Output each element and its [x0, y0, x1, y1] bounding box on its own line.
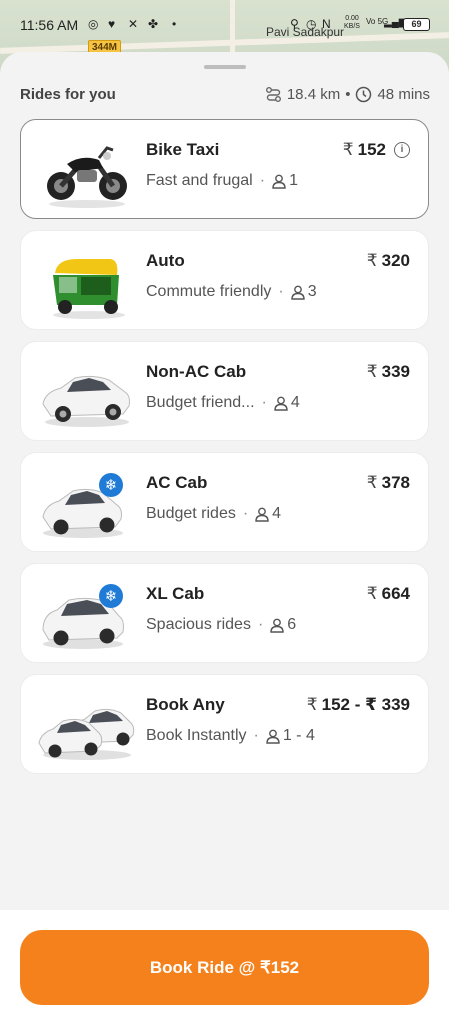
- location-icon: ⚲: [290, 17, 299, 31]
- ride-tagline: Budget rides: [146, 505, 236, 522]
- battery-icon: 69: [403, 18, 430, 31]
- ride-details: Commute friendly · 3: [146, 283, 317, 301]
- person-icon: [291, 285, 305, 300]
- status-time: 11:56 AM: [20, 17, 79, 33]
- status-bar: 11:56 AM ◎ ♥ ✕ ✤ • ⚲ ◷ N 0.00 KB/S Vo 5G…: [0, 0, 449, 50]
- auto-rickshaw-icon: [37, 241, 137, 321]
- seat-count: 1 - 4: [282, 727, 315, 744]
- sheet-header: Rides for you 18.4 km • 48 mins: [20, 86, 430, 106]
- ride-capacity: 6: [270, 616, 296, 634]
- sheet-title: Rides for you: [20, 86, 116, 103]
- network-speed: 0.00 KB/S: [344, 15, 360, 30]
- ride-option-bike-taxi[interactable]: Bike Taxi Fast and frugal · 1 ₹ 152 i: [20, 119, 429, 219]
- ride-name: Book Any: [146, 695, 225, 714]
- price-value: 664: [381, 584, 410, 603]
- chat-icon: ♥: [108, 17, 116, 31]
- ride-price: ₹ 152 - ₹ 339: [307, 695, 410, 715]
- ride-details: Budget rides · 4: [146, 505, 281, 523]
- ride-option-book-any[interactable]: Book Any Book Instantly · 1 - 4 ₹ 152 - …: [20, 674, 429, 774]
- car-icon: [37, 352, 137, 432]
- currency-symbol: ₹: [366, 473, 378, 492]
- ride-capacity: 3: [291, 283, 317, 301]
- ride-name: Bike Taxi: [146, 140, 220, 159]
- seat-count: 1: [289, 172, 298, 189]
- detail-separator: ·: [278, 283, 284, 300]
- ride-tagline: Commute friendly: [146, 283, 272, 300]
- trip-summary: 18.4 km • 48 mins: [265, 86, 430, 103]
- pinwheel-icon: ✤: [148, 17, 159, 31]
- person-icon: [272, 174, 286, 189]
- ride-tagline: Budget friend...: [146, 394, 255, 411]
- trip-separator: •: [345, 86, 351, 103]
- trip-duration: 48 mins: [377, 86, 430, 103]
- ride-details: Budget friend... · 4: [146, 394, 300, 412]
- currency-symbol: ₹: [342, 140, 354, 159]
- x-icon: ✕: [128, 17, 139, 31]
- sheet-drag-handle[interactable]: [204, 65, 246, 69]
- trip-distance: 18.4 km: [286, 86, 341, 103]
- book-ride-button[interactable]: Book Ride @ ₹152: [20, 930, 429, 1005]
- detail-separator: ·: [253, 727, 259, 744]
- ride-price: ₹ 320: [367, 251, 410, 271]
- price-value: 378: [381, 473, 410, 492]
- price-value: 320: [381, 251, 410, 270]
- price-value: 339: [381, 362, 410, 381]
- ride-capacity: 1 - 4: [266, 727, 315, 745]
- price-value: 152 - ₹ 339: [321, 695, 410, 714]
- svg-text:❄: ❄: [105, 476, 118, 494]
- ride-details: Book Instantly · 1 - 4: [146, 727, 315, 745]
- ride-option-xl-cab[interactable]: ❄ XL Cab Spacious rides · 6 ₹ 664: [20, 563, 429, 663]
- ride-price: ₹ 339: [367, 362, 410, 382]
- ride-price: ₹ 152 i: [343, 140, 410, 160]
- seat-count: 6: [287, 616, 297, 633]
- detail-separator: ·: [242, 505, 249, 522]
- currency-symbol: ₹: [366, 251, 378, 270]
- svg-text:❄: ❄: [105, 587, 118, 605]
- rides-sheet: Rides for you 18.4 km • 48 mins Bike Tax…: [0, 52, 449, 912]
- ride-capacity: 4: [255, 505, 281, 523]
- ride-name: AC Cab: [146, 473, 208, 492]
- two-cars-icon: [37, 685, 137, 765]
- seat-count: 4: [290, 394, 300, 411]
- currency-symbol: ₹: [366, 584, 378, 603]
- ride-details: Spacious rides · 6: [146, 616, 296, 634]
- ride-price: ₹ 664: [367, 584, 410, 604]
- ride-tagline: Book Instantly: [146, 727, 247, 744]
- currency-symbol: ₹: [366, 362, 378, 381]
- person-icon: [266, 729, 280, 744]
- detail-separator: ·: [259, 172, 266, 189]
- ride-capacity: 1: [272, 172, 298, 190]
- detail-separator: ·: [261, 394, 267, 411]
- ride-option-ac-cab[interactable]: ❄ AC Cab Budget rides · 4 ₹ 378: [20, 452, 429, 552]
- person-icon: [270, 618, 284, 633]
- ac-suv-icon: ❄: [37, 574, 137, 654]
- bike-icon: [37, 130, 137, 210]
- ride-tagline: Spacious rides: [146, 616, 251, 633]
- currency-symbol: ₹: [306, 695, 318, 714]
- ride-tagline: Fast and frugal: [146, 172, 253, 189]
- alarm-icon: ◷: [306, 17, 317, 31]
- bottom-bar: Book Ride @ ₹152: [0, 910, 449, 1024]
- ride-price: ₹ 378: [367, 473, 410, 493]
- price-value: 152: [357, 140, 386, 159]
- ride-option-non-ac-cab[interactable]: Non-AC Cab Budget friend... · 4 ₹ 339: [20, 341, 429, 441]
- ride-name: XL Cab: [146, 584, 205, 603]
- seat-count: 4: [272, 505, 282, 522]
- person-icon: [274, 396, 288, 411]
- ride-details: Fast and frugal · 1: [146, 172, 298, 190]
- person-icon: [255, 507, 269, 522]
- ride-name: Non-AC Cab: [146, 362, 247, 381]
- detail-separator: ·: [257, 616, 264, 633]
- nfc-icon: N: [322, 17, 331, 31]
- ride-name: Auto: [146, 251, 185, 270]
- more-dot-icon: •: [172, 17, 177, 31]
- seat-count: 3: [307, 283, 317, 300]
- ac-car-icon: ❄: [37, 463, 137, 543]
- info-icon[interactable]: i: [394, 142, 410, 158]
- ride-option-auto[interactable]: Auto Commute friendly · 3 ₹ 320: [20, 230, 429, 330]
- whatsapp-icon: ◎: [88, 17, 99, 31]
- clock-icon: [355, 86, 372, 103]
- route-icon: [265, 86, 282, 103]
- ride-capacity: 4: [274, 394, 300, 412]
